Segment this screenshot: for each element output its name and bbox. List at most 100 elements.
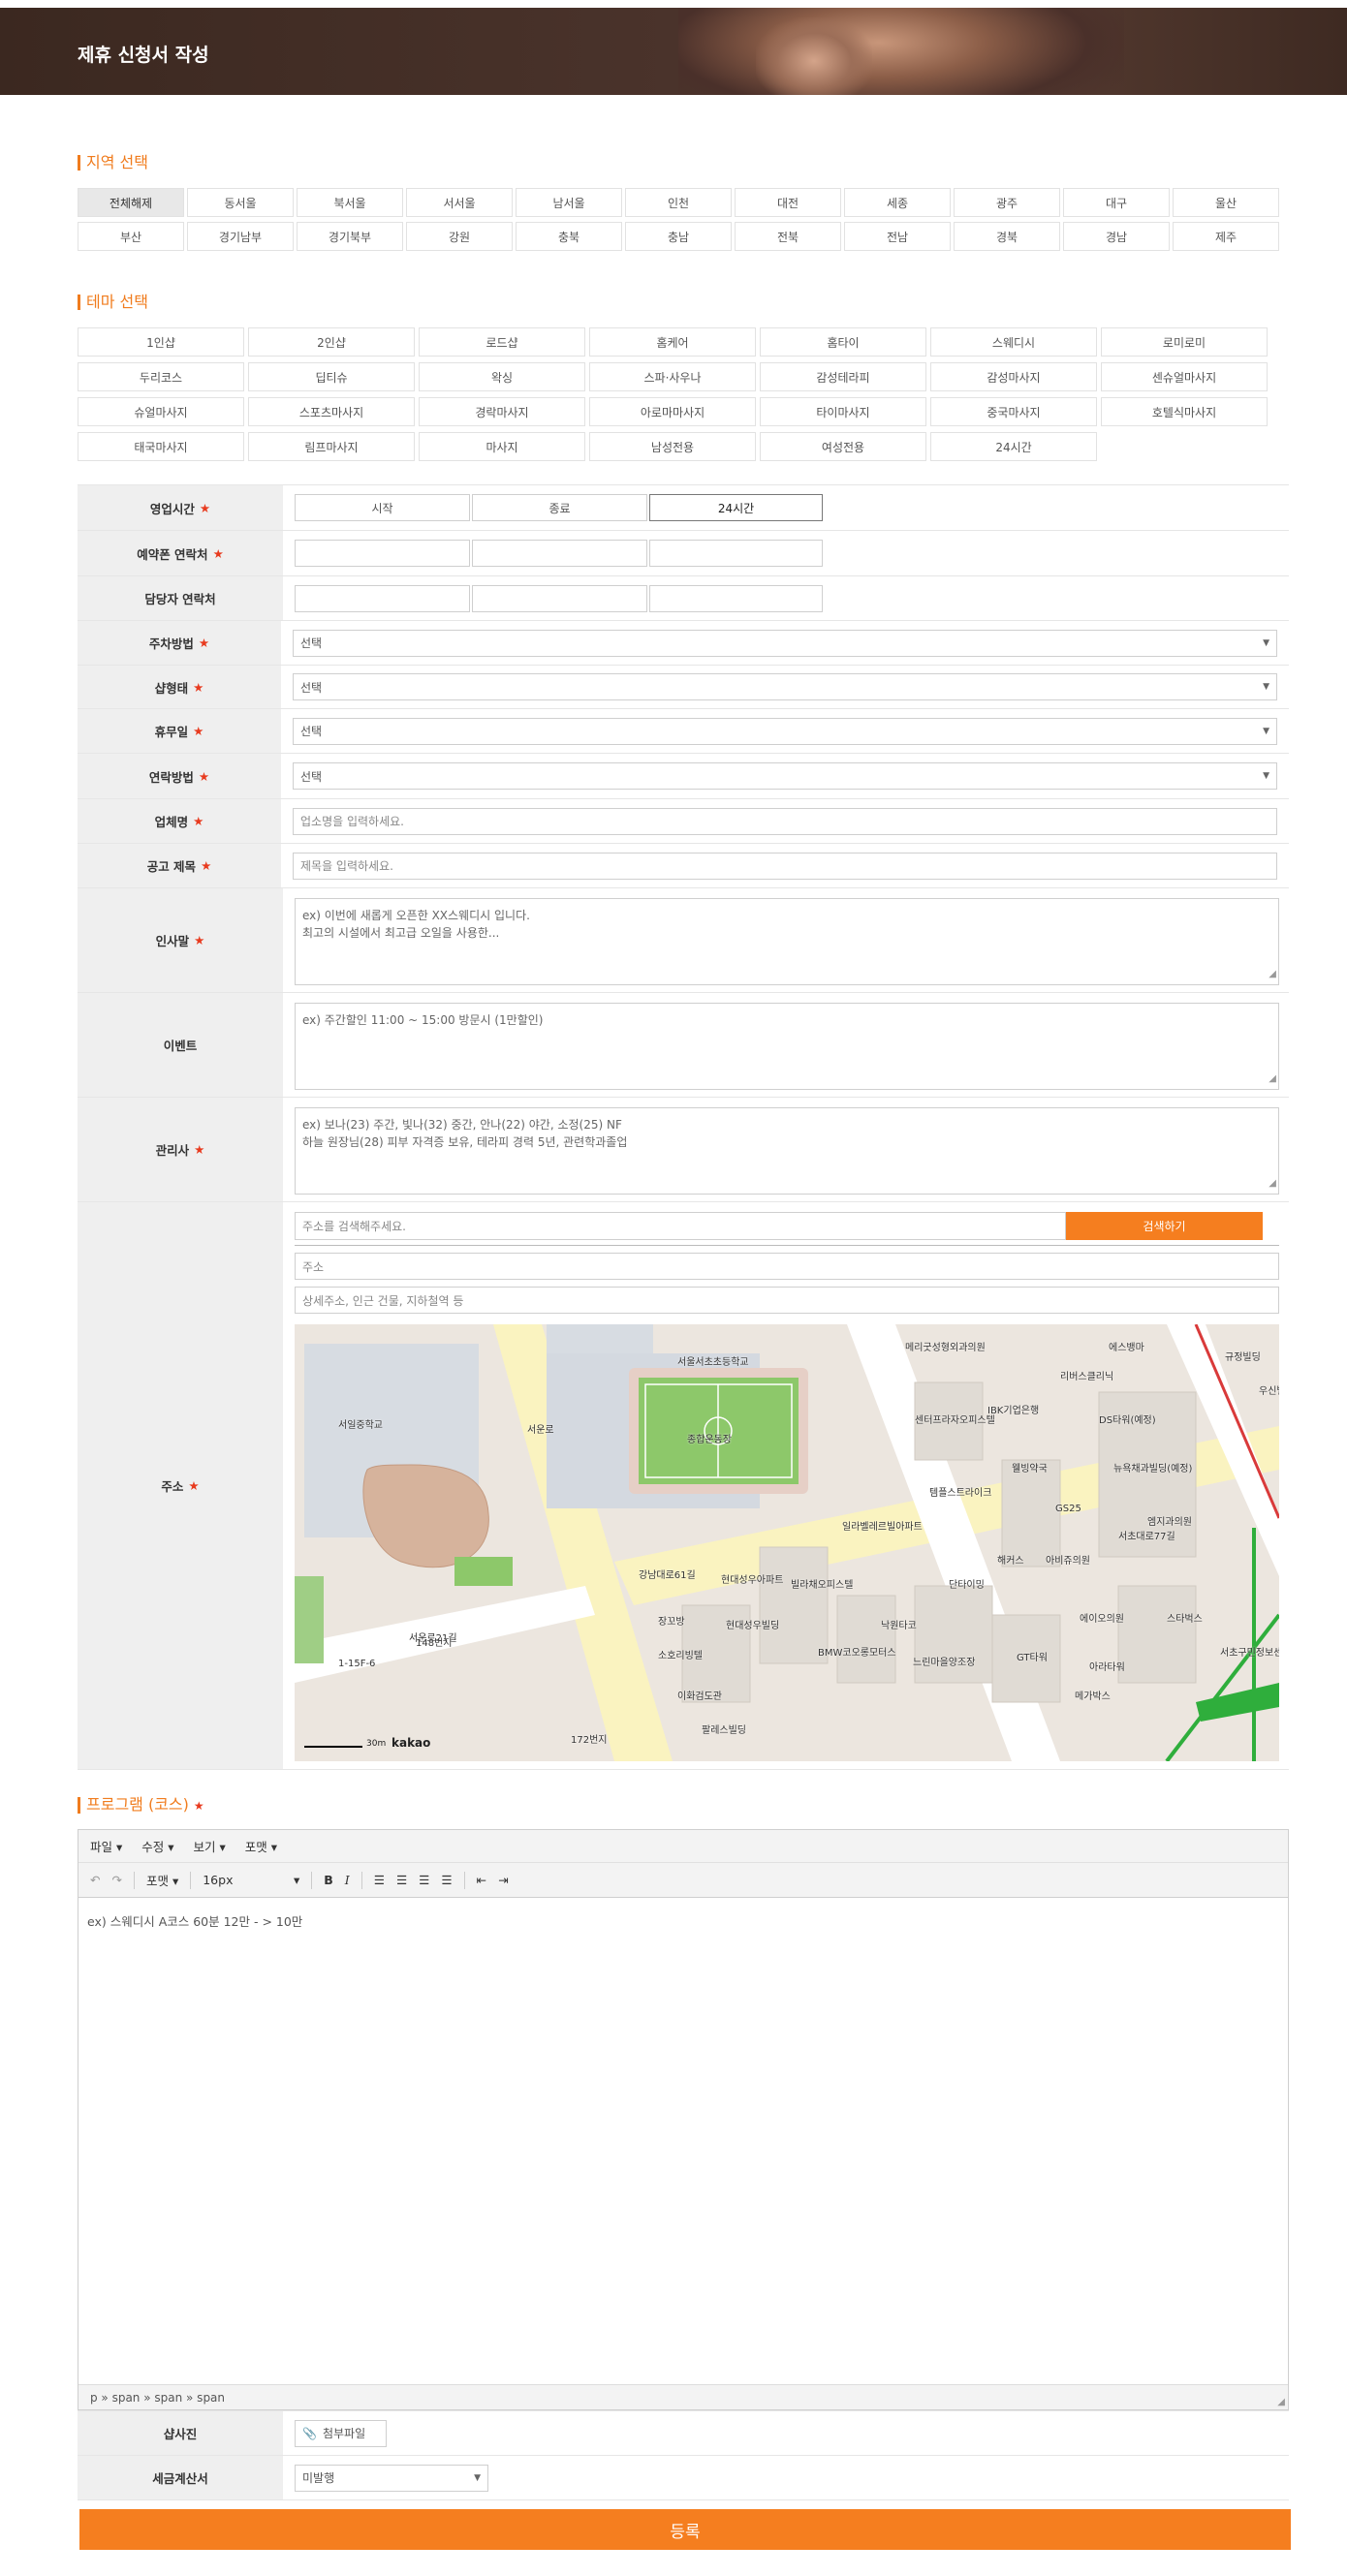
align-center-icon[interactable]: ☰ bbox=[396, 1873, 407, 1887]
menu-format[interactable]: 포맷 ▾ bbox=[245, 1837, 277, 1855]
hours-end-button[interactable]: 종료 bbox=[472, 494, 647, 521]
theme-item[interactable]: 딥티슈 bbox=[248, 362, 415, 391]
italic-icon[interactable]: I bbox=[345, 1873, 350, 1887]
theme-item[interactable]: 홈케어 bbox=[589, 327, 756, 357]
contact-field-3[interactable] bbox=[649, 540, 823, 567]
theme-item[interactable]: 경락마사지 bbox=[419, 397, 585, 426]
resize-grip-icon[interactable]: ◢ bbox=[1269, 1071, 1276, 1088]
region-item[interactable]: 대전 bbox=[735, 188, 841, 217]
region-item[interactable]: 동서울 bbox=[187, 188, 294, 217]
bold-icon[interactable]: B bbox=[324, 1873, 333, 1887]
theme-item[interactable]: 타이마사지 bbox=[760, 397, 926, 426]
address-search-input[interactable]: 주소를 검색해주세요. bbox=[295, 1212, 1066, 1240]
theme-item[interactable]: 감성테라피 bbox=[760, 362, 926, 391]
menu-edit[interactable]: 수정 ▾ bbox=[141, 1837, 173, 1855]
program-section-title: 프로그램 (코스) ★ bbox=[78, 1797, 204, 1814]
region-item[interactable]: 북서울 bbox=[297, 188, 403, 217]
theme-item[interactable]: 센슈얼마사지 bbox=[1101, 362, 1268, 391]
font-size-dropdown[interactable]: 16px ▾ bbox=[203, 1873, 299, 1887]
region-item[interactable]: 세종 bbox=[844, 188, 951, 217]
region-item[interactable]: 대구 bbox=[1063, 188, 1170, 217]
theme-item[interactable]: 여성전용 bbox=[760, 432, 926, 461]
region-item[interactable]: 강원 bbox=[406, 222, 513, 251]
contactmethod-select[interactable]: 선택 ▼ bbox=[293, 762, 1277, 790]
theme-item[interactable]: 로미로미 bbox=[1101, 327, 1268, 357]
contact-field-2[interactable] bbox=[472, 540, 647, 567]
region-item[interactable]: 서서울 bbox=[406, 188, 513, 217]
event-textarea[interactable]: ex) 주간할인 11:00 ~ 15:00 방문시 (1만할인) ◢ bbox=[295, 1003, 1279, 1090]
undo-icon[interactable]: ↶ bbox=[90, 1873, 100, 1887]
region-item[interactable]: 부산 bbox=[78, 222, 184, 251]
submit-button[interactable]: 등록 bbox=[79, 2509, 1291, 2550]
theme-item[interactable]: 2인샵 bbox=[248, 327, 415, 357]
region-item[interactable]: 경기북부 bbox=[297, 222, 403, 251]
theme-item[interactable]: 24시간 bbox=[930, 432, 1097, 461]
therapist-textarea[interactable]: ex) 보나(23) 주간, 빛나(32) 중간, 안나(22) 야간, 소정(… bbox=[295, 1107, 1279, 1195]
theme-item[interactable]: 로드샵 bbox=[419, 327, 585, 357]
theme-item[interactable]: 왁싱 bbox=[419, 362, 585, 391]
region-item[interactable]: 경북 bbox=[954, 222, 1060, 251]
outdent-icon[interactable]: ⇤ bbox=[477, 1873, 486, 1887]
region-item[interactable]: 경기남부 bbox=[187, 222, 294, 251]
greeting-textarea[interactable]: ex) 이번에 새롭게 오픈한 XX스웨디시 입니다. 최고의 시설에서 최고급… bbox=[295, 898, 1279, 985]
shoptype-select[interactable]: 선택 ▼ bbox=[293, 673, 1277, 700]
region-item[interactable]: 남서울 bbox=[516, 188, 622, 217]
bizname-input[interactable]: 업소명을 입력하세요. bbox=[293, 807, 1277, 835]
region-item[interactable]: 경남 bbox=[1063, 222, 1170, 251]
holiday-select[interactable]: 선택 ▼ bbox=[293, 717, 1277, 745]
theme-item[interactable]: 아로마마사지 bbox=[589, 397, 756, 426]
theme-item[interactable]: 태국마사지 bbox=[78, 432, 244, 461]
theme-item[interactable]: 호텔식마사지 bbox=[1101, 397, 1268, 426]
theme-item[interactable]: 두리코스 bbox=[78, 362, 244, 391]
theme-item[interactable]: 림프마사지 bbox=[248, 432, 415, 461]
adtitle-input[interactable]: 제목을 입력하세요. bbox=[293, 852, 1277, 880]
attach-button[interactable]: 📎 첨부파일 bbox=[295, 2419, 387, 2447]
theme-item[interactable]: 마사지 bbox=[419, 432, 585, 461]
address-field[interactable]: 주소 bbox=[295, 1253, 1279, 1280]
map-label: GT타워 bbox=[1017, 1653, 1048, 1663]
region-item[interactable]: 광주 bbox=[954, 188, 1060, 217]
manager-field-1[interactable] bbox=[295, 584, 470, 612]
map-canvas[interactable] bbox=[295, 1324, 1279, 1761]
menu-file[interactable]: 파일 ▾ bbox=[90, 1837, 122, 1855]
theme-item[interactable]: 남성전용 bbox=[589, 432, 756, 461]
region-item[interactable]: 충남 bbox=[625, 222, 732, 251]
resize-grip-icon[interactable]: ◢ bbox=[1277, 2397, 1285, 2407]
align-right-icon[interactable]: ☰ bbox=[419, 1873, 429, 1887]
region-item[interactable]: 충북 bbox=[516, 222, 622, 251]
theme-item[interactable]: 1인샵 bbox=[78, 327, 244, 357]
resize-grip-icon[interactable]: ◢ bbox=[1269, 966, 1276, 983]
map[interactable]: 서울서초초등학교서일중학교종합운동장 메리굿성형외과의원 에스뱅마규정빌딩우신빌 리버… bbox=[295, 1324, 1279, 1761]
parking-select[interactable]: 선택 ▼ bbox=[293, 629, 1277, 657]
program-editor[interactable]: 파일 ▾ 수정 ▾ 보기 ▾ 포맷 ▾ ↶ ↷ 포맷 ▾ 16px ▾ B I ☰… bbox=[78, 1829, 1289, 2410]
region-item[interactable]: 인천 bbox=[625, 188, 732, 217]
contact-field-1[interactable] bbox=[295, 540, 470, 567]
hours-24h-button[interactable]: 24시간 bbox=[649, 494, 823, 521]
address-search-button[interactable]: 검색하기 bbox=[1066, 1212, 1263, 1240]
address-detail-field[interactable]: 상세주소, 인근 건물, 지하철역 등 bbox=[295, 1287, 1279, 1314]
manager-field-2[interactable] bbox=[472, 584, 647, 612]
theme-item[interactable]: 홈타이 bbox=[760, 327, 926, 357]
region-item[interactable]: 전북 bbox=[735, 222, 841, 251]
theme-item[interactable]: 스포츠마사지 bbox=[248, 397, 415, 426]
region-item[interactable]: 전체해제 bbox=[78, 188, 184, 217]
manager-field-3[interactable] bbox=[649, 584, 823, 612]
align-justify-icon[interactable]: ☰ bbox=[441, 1873, 452, 1887]
theme-item[interactable]: 중국마사지 bbox=[930, 397, 1097, 426]
editor-content[interactable]: ex) 스웨디시 A코스 60분 12만 - > 10만 bbox=[78, 1898, 1288, 1943]
resize-grip-icon[interactable]: ◢ bbox=[1269, 1175, 1276, 1193]
theme-item[interactable]: 감성마사지 bbox=[930, 362, 1097, 391]
format-dropdown[interactable]: 포맷 ▾ bbox=[146, 1871, 178, 1889]
menu-view[interactable]: 보기 ▾ bbox=[194, 1837, 226, 1855]
theme-item[interactable]: 스웨디시 bbox=[930, 327, 1097, 357]
indent-icon[interactable]: ⇥ bbox=[498, 1873, 508, 1887]
align-left-icon[interactable]: ☰ bbox=[374, 1873, 385, 1887]
tax-select[interactable]: 미발행 ▼ bbox=[295, 2464, 488, 2492]
region-item[interactable]: 제주 bbox=[1173, 222, 1279, 251]
hours-start-button[interactable]: 시작 bbox=[295, 494, 470, 521]
region-item[interactable]: 전남 bbox=[844, 222, 951, 251]
theme-item[interactable]: 슈얼마사지 bbox=[78, 397, 244, 426]
theme-item[interactable]: 스파·사우나 bbox=[589, 362, 756, 391]
redo-icon[interactable]: ↷ bbox=[111, 1873, 121, 1887]
region-item[interactable]: 울산 bbox=[1173, 188, 1279, 217]
